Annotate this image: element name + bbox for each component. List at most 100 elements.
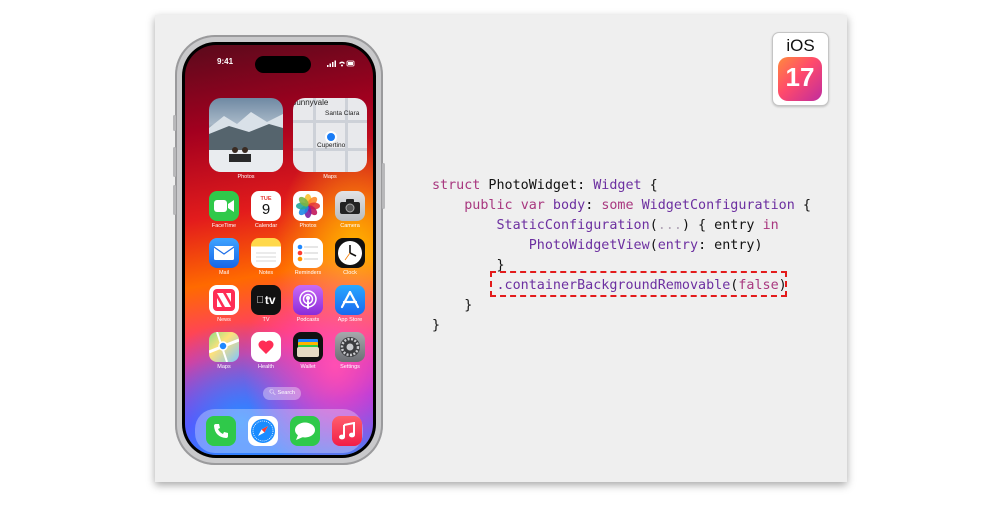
- code-text: }: [432, 318, 441, 333]
- app-label: Notes: [258, 270, 274, 276]
- wallet-icon: [293, 332, 323, 362]
- iphone-mockup: 9:41 Photos Sunnyvale Santa Clara Cupert…: [173, 35, 385, 465]
- search-label: Search: [277, 390, 295, 396]
- tv-icon-text: tv: [261, 293, 276, 307]
- code-line-8: }: [432, 316, 811, 336]
- app-health[interactable]: Health: [251, 332, 281, 370]
- code-line-1: struct PhotoWidget: Widget {: [432, 176, 811, 196]
- function-name: StaticConfiguration: [496, 218, 650, 233]
- code-text: {: [794, 198, 811, 213]
- app-label: TV: [262, 317, 270, 323]
- app-label: Calendar: [254, 223, 278, 229]
- app-photos[interactable]: Photos: [293, 191, 323, 229]
- app-label: Clock: [343, 270, 357, 276]
- code-line-4: PhotoWidgetView(entry: entry): [432, 236, 811, 256]
- app-mail[interactable]: Mail: [209, 238, 239, 276]
- code-text: (: [649, 218, 658, 233]
- keyword: some: [601, 198, 634, 213]
- ios-17-badge: iOS 17: [772, 32, 829, 106]
- type-name: WidgetConfiguration: [633, 198, 795, 213]
- code-text: :: [585, 198, 602, 213]
- app-label: Reminders: [294, 270, 322, 276]
- tv-icon: tv: [251, 285, 281, 315]
- app-app-store[interactable]: App Store: [335, 285, 365, 323]
- badge-os-label: iOS: [786, 36, 815, 55]
- app-podcasts[interactable]: Podcasts: [293, 285, 323, 323]
- news-icon: [209, 285, 239, 315]
- keyword: in: [762, 218, 779, 233]
- search-button[interactable]: 🔍︎ Search: [263, 387, 301, 400]
- camera-icon: [335, 191, 365, 221]
- code-text: {: [641, 178, 658, 193]
- app-tv[interactable]: tv TV: [251, 285, 281, 323]
- podcasts-icon: [293, 285, 323, 315]
- app-label: Health: [258, 364, 274, 370]
- side-button: [382, 163, 385, 209]
- calendar-icon: TUE 9: [251, 191, 281, 221]
- dock: [195, 409, 363, 453]
- app-label: Settings: [340, 364, 360, 370]
- app-clock[interactable]: Clock: [335, 238, 365, 276]
- app-camera[interactable]: Camera: [335, 191, 365, 229]
- code-text: ) { entry: [681, 218, 763, 233]
- app-label: Camera: [340, 223, 360, 229]
- mail-icon: [209, 238, 239, 268]
- app-label: Mail: [218, 270, 230, 276]
- settings-icon: [335, 332, 365, 362]
- dock-safari[interactable]: [248, 416, 278, 446]
- function-name: PhotoWidgetView: [528, 238, 650, 253]
- dock-messages[interactable]: [290, 416, 320, 446]
- photos-icon: [293, 191, 323, 221]
- action-button: [173, 115, 176, 131]
- app-label: Photos: [299, 223, 317, 229]
- keyword: struct: [432, 178, 481, 193]
- code-line-2: public var body: some WidgetConfiguratio…: [432, 196, 811, 216]
- argument-label: entry: [657, 238, 699, 253]
- code-placeholder: ...: [657, 218, 682, 233]
- maps-icon: [209, 332, 239, 362]
- keyword: public: [464, 198, 513, 213]
- app-notes[interactable]: Notes: [251, 238, 281, 276]
- app-maps[interactable]: Maps: [209, 332, 239, 370]
- app-store-icon: [335, 285, 365, 315]
- notes-icon: [251, 238, 281, 268]
- badge-version: 17: [785, 62, 815, 92]
- type-name: Widget: [593, 178, 642, 193]
- messages-icon: [290, 416, 320, 446]
- highlight-box: [490, 271, 787, 297]
- app-news[interactable]: News: [209, 285, 239, 323]
- code-text: (: [649, 238, 658, 253]
- code-line-3: StaticConfiguration(...) { entry in: [432, 216, 811, 236]
- dock-phone[interactable]: [206, 416, 236, 446]
- code-text: : entry): [698, 238, 763, 253]
- app-label: App Store: [337, 317, 363, 323]
- reminders-icon: [293, 238, 323, 268]
- app-wallet[interactable]: Wallet: [293, 332, 323, 370]
- app-label: Maps: [217, 364, 231, 370]
- code-snippet: struct PhotoWidget: Widget { public var …: [432, 176, 811, 336]
- calendar-date: 9: [261, 200, 271, 218]
- app-facetime[interactable]: FaceTime: [209, 191, 239, 229]
- app-settings[interactable]: Settings: [335, 332, 365, 370]
- app-reminders[interactable]: Reminders: [293, 238, 323, 276]
- code-text: PhotoWidget:: [480, 178, 594, 193]
- music-icon: [332, 416, 362, 446]
- volume-down-button: [173, 185, 176, 215]
- keyword: var: [520, 198, 545, 213]
- phone-screen: 9:41 Photos Sunnyvale Santa Clara Cupert…: [182, 42, 376, 458]
- code-text: }: [464, 298, 473, 313]
- app-label: FaceTime: [211, 223, 237, 229]
- code-line-7: }: [432, 296, 811, 316]
- safari-icon: [248, 416, 278, 446]
- app-label: News: [217, 317, 231, 323]
- clock-icon: [335, 238, 365, 268]
- app-label: Podcasts: [296, 317, 320, 323]
- app-grid: FaceTime TUE 9 Calendar Photos Camera Ma…: [185, 45, 373, 455]
- app-label: Wallet: [300, 364, 316, 370]
- volume-up-button: [173, 147, 176, 177]
- app-calendar[interactable]: TUE 9 Calendar: [251, 191, 281, 229]
- dock-music[interactable]: [332, 416, 362, 446]
- phone-icon: [206, 416, 236, 446]
- property-name: body: [544, 198, 586, 213]
- home-screen-wallpaper: 9:41 Photos Sunnyvale Santa Clara Cupert…: [185, 45, 373, 455]
